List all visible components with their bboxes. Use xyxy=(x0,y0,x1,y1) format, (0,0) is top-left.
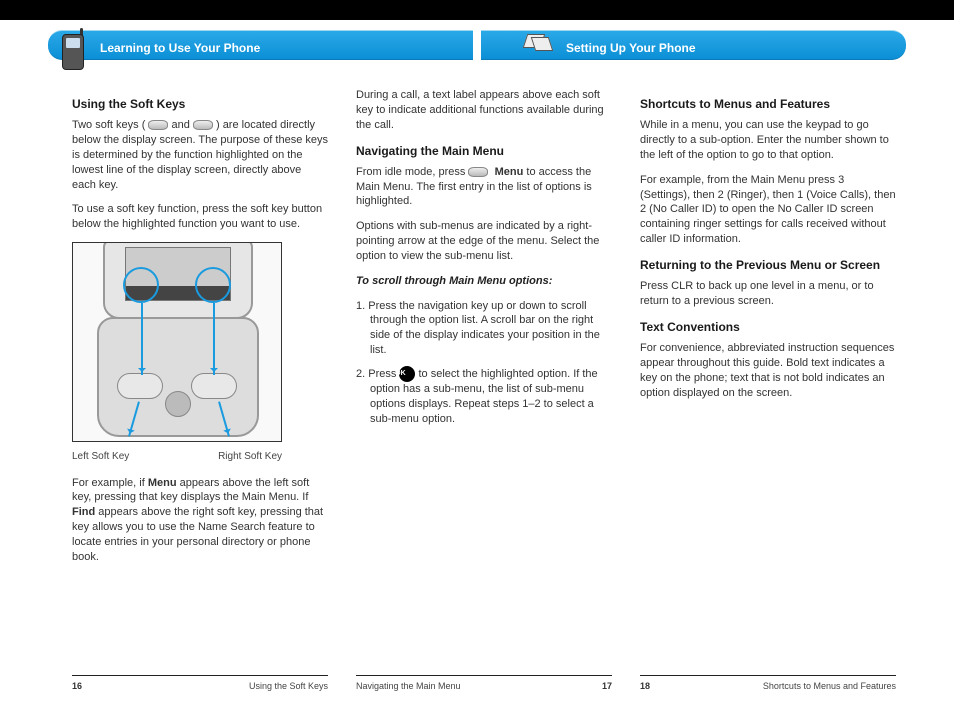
page-number: 16 xyxy=(72,680,82,692)
col1-paragraph-1: Two soft keys ( and ) are located direct… xyxy=(72,118,328,192)
footer-title: Navigating the Main Menu xyxy=(356,680,461,692)
col1-paragraph-3: For example, if Menu appears above the l… xyxy=(72,476,328,565)
footer-title: Shortcuts to Menus and Features xyxy=(763,680,896,692)
footer-col-1: 16 Using the Soft Keys xyxy=(72,675,328,692)
step-2: 2. Press OK to select the highlighted op… xyxy=(356,366,612,427)
col3-paragraph-1: While in a menu, you can use the keypad … xyxy=(640,118,896,163)
col2-paragraph-3: Options with sub-menus are indicated by … xyxy=(356,219,612,264)
footer-title: Using the Soft Keys xyxy=(249,680,328,692)
col2-heading: Navigating the Main Menu xyxy=(356,143,612,159)
page-number: 17 xyxy=(602,680,612,692)
step-1: 1. Press the navigation key up or down t… xyxy=(356,299,612,358)
col2-steps: 1. Press the navigation key up or down t… xyxy=(356,299,612,427)
header-title-left: Learning to Use Your Phone xyxy=(100,40,260,56)
footer-col-3: 18 Shortcuts to Menus and Features xyxy=(640,675,896,692)
col3-heading-2: Returning to the Previous Menu or Screen xyxy=(640,257,896,273)
col3-heading-1: Shortcuts to Menus and Features xyxy=(640,96,896,112)
left-softkey-icon xyxy=(468,167,488,177)
page-footer: 16 Using the Soft Keys Navigating the Ma… xyxy=(0,675,954,692)
column-3: Shortcuts to Menus and Features While in… xyxy=(640,88,896,575)
illustration-caption: Left Soft Key Right Soft Key xyxy=(72,450,282,464)
header-white-strip xyxy=(0,20,954,30)
ok-button-icon: OK xyxy=(399,366,415,382)
caption-right-softkey: Right Soft Key xyxy=(218,450,282,464)
col3-paragraph-4: For convenience, abbreviated instruction… xyxy=(640,341,896,400)
open-book-icon xyxy=(525,34,553,56)
caption-left-softkey: Left Soft Key xyxy=(72,450,129,464)
page-number: 18 xyxy=(640,680,650,692)
page-header: Learning to Use Your Phone Setting Up Yo… xyxy=(0,0,954,70)
col2-paragraph-1: During a call, a text label appears abov… xyxy=(356,88,612,133)
col1-paragraph-2: To use a soft key function, press the so… xyxy=(72,202,328,232)
col2-paragraph-2: From idle mode, press Menu to access the… xyxy=(356,165,612,210)
column-1: Using the Soft Keys Two soft keys ( and … xyxy=(72,88,328,575)
right-softkey-icon xyxy=(193,120,213,130)
footer-col-2: Navigating the Main Menu 17 xyxy=(356,675,612,692)
header-black-strip xyxy=(0,0,954,20)
phone-illustration: Menu Find xyxy=(72,242,282,442)
content-columns: Using the Soft Keys Two soft keys ( and … xyxy=(0,70,954,575)
col3-paragraph-3: Press CLR to back up one level in a menu… xyxy=(640,279,896,309)
col2-subheading: To scroll through Main Menu options: xyxy=(356,274,612,289)
col1-heading: Using the Soft Keys xyxy=(72,96,328,112)
header-title-right: Setting Up Your Phone xyxy=(566,40,696,56)
col3-heading-3: Text Conventions xyxy=(640,319,896,335)
col3-paragraph-2: For example, from the Main Menu press 3 … xyxy=(640,173,896,247)
flip-phone-icon xyxy=(56,28,92,72)
column-2: During a call, a text label appears abov… xyxy=(356,88,612,575)
left-softkey-icon xyxy=(148,120,168,130)
